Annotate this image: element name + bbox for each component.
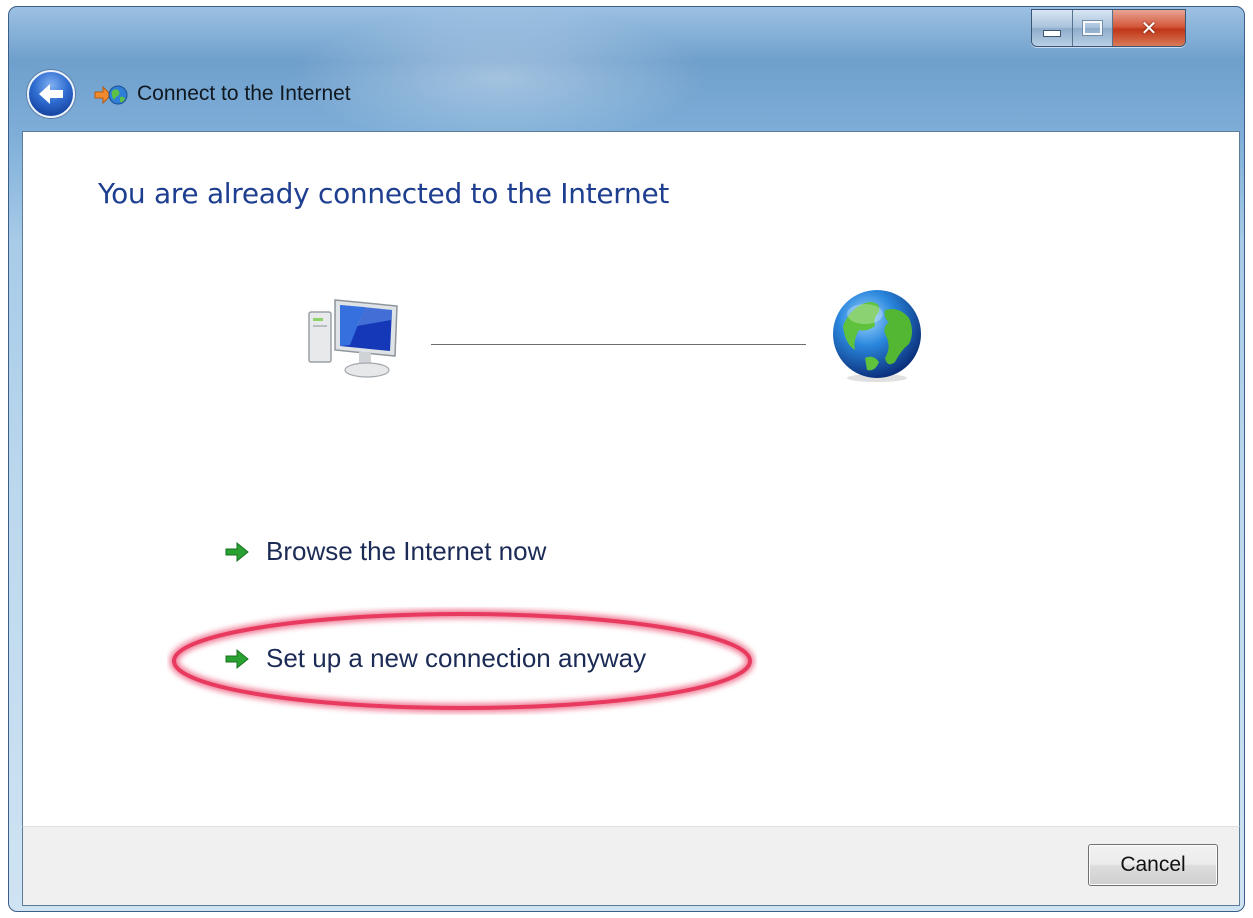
- back-arrow-icon: [39, 84, 63, 104]
- back-button[interactable]: [27, 70, 75, 118]
- page-heading: You are already connected to the Interne…: [98, 177, 670, 210]
- browse-internet-link[interactable]: Browse the Internet now: [224, 536, 546, 567]
- cancel-button[interactable]: Cancel: [1088, 844, 1218, 886]
- setup-new-connection-label: Set up a new connection anyway: [266, 643, 647, 673]
- minimize-icon: [1043, 29, 1061, 37]
- window-title: Connect to the Internet: [137, 82, 351, 105]
- maximize-icon: [1082, 20, 1103, 36]
- close-icon: ✕: [1140, 16, 1158, 40]
- caption-buttons: ✕: [1031, 9, 1186, 47]
- computer-icon: [308, 299, 398, 378]
- browse-internet-label: Browse the Internet now: [266, 536, 547, 566]
- setup-new-connection-link[interactable]: Set up a new connection anyway: [224, 643, 646, 674]
- maximize-button[interactable]: [1073, 10, 1113, 46]
- content-panel: [22, 131, 1240, 826]
- minimize-button[interactable]: [1032, 10, 1073, 46]
- network-globe-icon: [94, 85, 128, 105]
- footer-bar: [22, 826, 1240, 906]
- close-button[interactable]: ✕: [1113, 10, 1185, 46]
- globe-icon: [833, 290, 921, 382]
- green-arrow-icon: [225, 648, 249, 669]
- connection-line: [431, 344, 806, 345]
- green-arrow-icon: [225, 541, 249, 562]
